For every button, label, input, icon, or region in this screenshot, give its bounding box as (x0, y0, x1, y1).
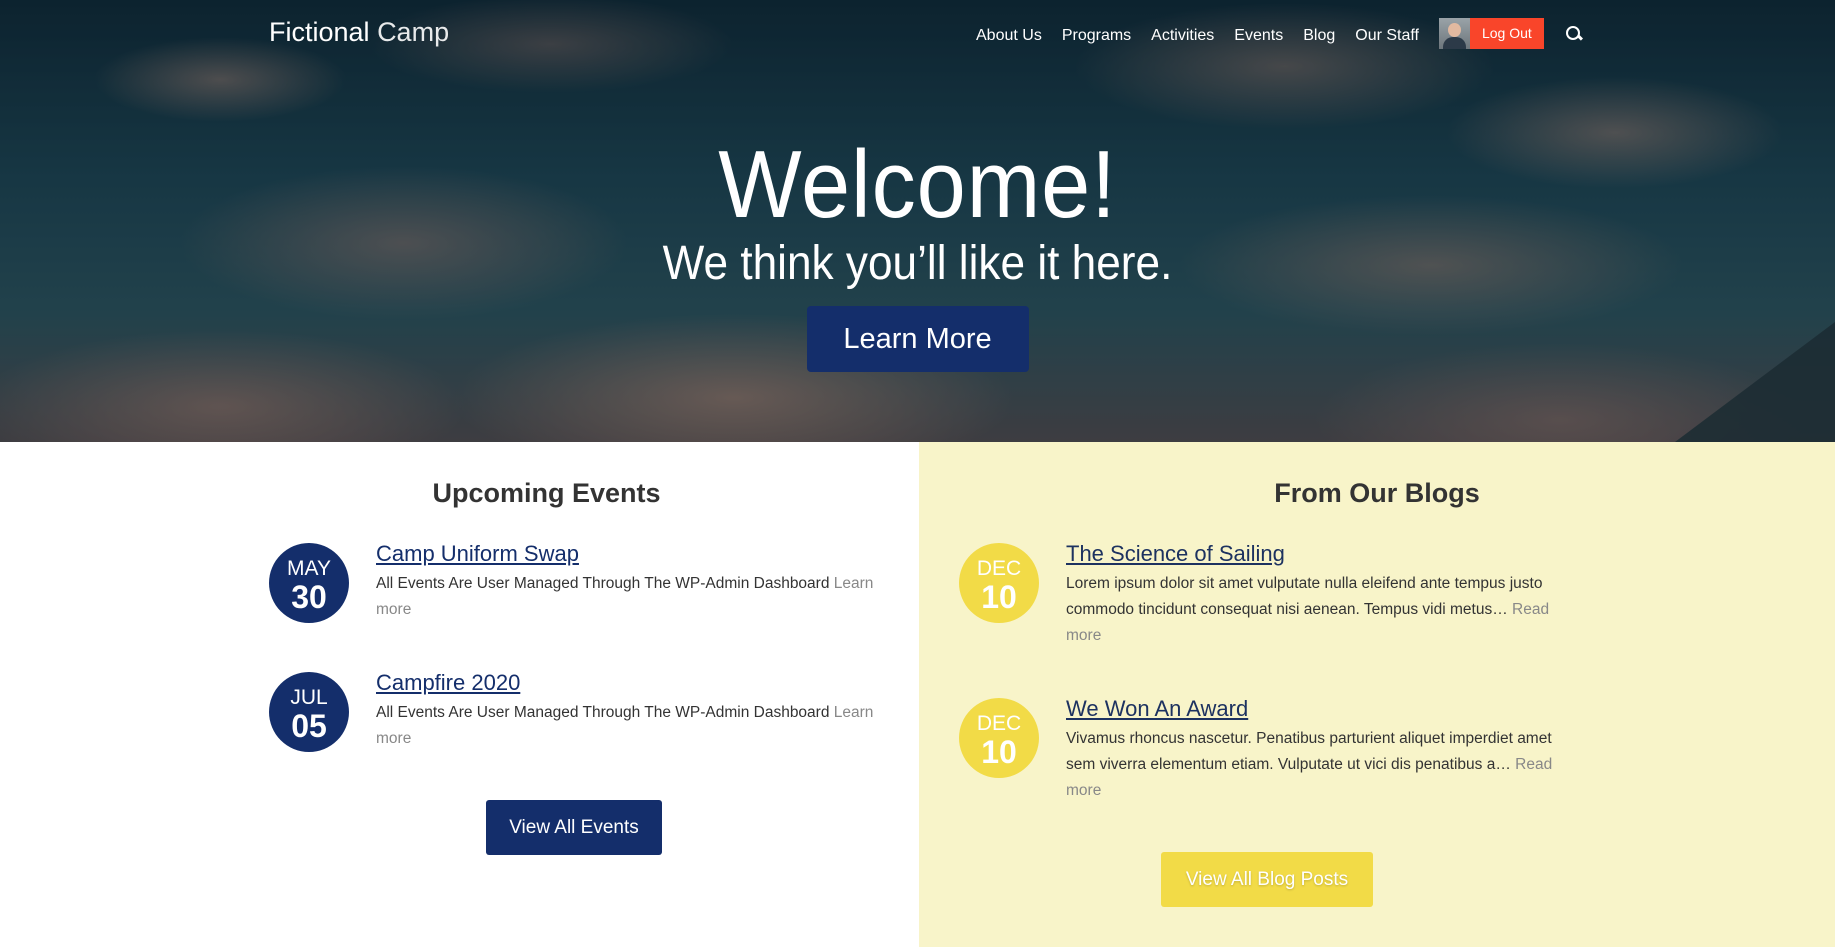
logo-light-text: Camp (377, 17, 450, 47)
nav-programs[interactable]: Programs (1062, 27, 1131, 45)
event-day: 05 (291, 708, 327, 744)
event-month: JUL (290, 686, 328, 709)
event-text: Camp Uniform Swap All Events Are User Ma… (376, 541, 889, 623)
events-section: Upcoming Events MAY 30 Camp Uniform Swap… (0, 442, 919, 947)
blog-body: Lorem ipsum dolor sit amet vulputate nul… (1066, 571, 1559, 649)
nav-blog[interactable]: Blog (1303, 27, 1335, 45)
blog-title-link[interactable]: The Science of Sailing (1066, 541, 1559, 567)
site-header: Fictional Camp About Us Programs Activit… (0, 0, 1835, 66)
learn-more-button[interactable]: Learn More (806, 306, 1029, 372)
site-logo[interactable]: Fictional Camp (269, 17, 449, 48)
blog-text: The Science of Sailing Lorem ipsum dolor… (1066, 541, 1559, 649)
event-body-text: All Events Are User Managed Through The … (376, 575, 830, 592)
blog-day: 10 (981, 734, 1017, 770)
nav-about-us[interactable]: About Us (976, 27, 1042, 45)
blogs-title: From Our Blogs (1274, 478, 1480, 508)
logo-bold-text: Fictional (269, 17, 370, 47)
user-box: Log Out (1438, 18, 1544, 49)
blog-date-badge[interactable]: DEC 10 (959, 543, 1039, 623)
nav-our-staff[interactable]: Our Staff (1355, 27, 1419, 45)
blog-text: We Won An Award Vivamus rhoncus nascetur… (1066, 696, 1559, 804)
event-body-text: All Events Are User Managed Through The … (376, 704, 830, 721)
lower-sections: Upcoming Events MAY 30 Camp Uniform Swap… (0, 442, 1835, 947)
nav-activities[interactable]: Activities (1151, 27, 1214, 45)
event-title-link[interactable]: Campfire 2020 (376, 670, 889, 696)
blogs-section: From Our Blogs DEC 10 The Science of Sai… (919, 442, 1835, 947)
view-all-events-button[interactable]: View All Events (486, 800, 662, 855)
blog-date-badge[interactable]: DEC 10 (959, 698, 1039, 778)
blog-body: Vivamus rhoncus nascetur. Penatibus part… (1066, 726, 1559, 804)
avatar[interactable] (1438, 18, 1470, 49)
search-icon[interactable] (1565, 25, 1582, 42)
event-day: 30 (291, 579, 327, 615)
blog-body-text: Vivamus rhoncus nascetur. Penatibus part… (1066, 730, 1552, 773)
blog-month: DEC (976, 712, 1022, 735)
blog-day: 10 (981, 579, 1017, 615)
event-item: MAY 30 Camp Uniform Swap All Events Are … (269, 541, 889, 623)
events-title: Upcoming Events (432, 478, 661, 508)
event-date-badge[interactable]: JUL 05 (269, 672, 349, 752)
hero-subtitle: We think you’ll like it here. (662, 237, 1173, 290)
event-text: Campfire 2020 All Events Are User Manage… (376, 670, 889, 752)
blog-body-text: Lorem ipsum dolor sit amet vulputate nul… (1066, 575, 1543, 618)
hero-content: Welcome! We think you’ll like it here. L… (0, 130, 1835, 372)
event-body: All Events Are User Managed Through The … (376, 571, 889, 623)
logout-button[interactable]: Log Out (1469, 18, 1544, 49)
blog-month: DEC (976, 557, 1022, 580)
nav-events[interactable]: Events (1234, 27, 1283, 45)
blog-title-link[interactable]: We Won An Award (1066, 696, 1559, 722)
hero-section: Fictional Camp About Us Programs Activit… (0, 0, 1835, 442)
main-nav: About Us Programs Activities Events Blog… (976, 18, 1582, 49)
blog-item: DEC 10 We Won An Award Vivamus rhoncus n… (959, 696, 1559, 804)
hero-title: Welcome! (718, 131, 1117, 238)
event-date-badge[interactable]: MAY 30 (269, 543, 349, 623)
view-all-blog-posts-button[interactable]: View All Blog Posts (1161, 852, 1373, 907)
event-item: JUL 05 Campfire 2020 All Events Are User… (269, 670, 889, 752)
blog-item: DEC 10 The Science of Sailing Lorem ipsu… (959, 541, 1559, 649)
event-title-link[interactable]: Camp Uniform Swap (376, 541, 889, 567)
event-month: MAY (287, 557, 331, 580)
event-body: All Events Are User Managed Through The … (376, 700, 889, 752)
